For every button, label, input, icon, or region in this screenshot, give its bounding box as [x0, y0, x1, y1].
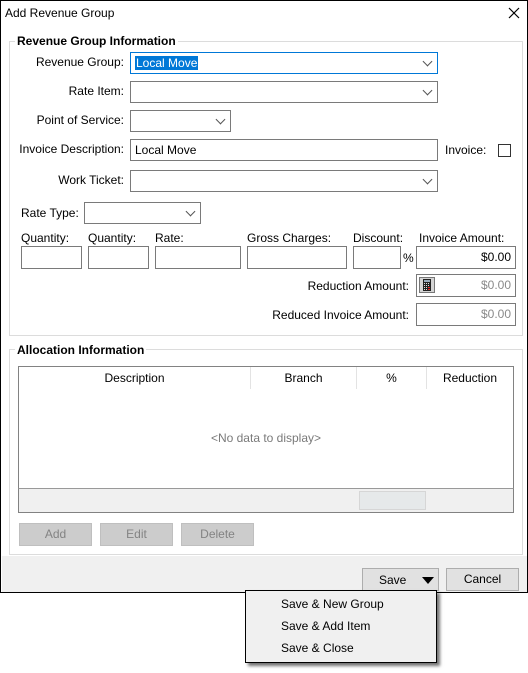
empty-grid-text: <No data to display> — [210, 431, 322, 445]
save-button-label[interactable]: Save — [379, 573, 406, 587]
reduced-invoice-amount-input[interactable]: $0.00 — [416, 303, 516, 326]
revenue-group-value: Local Move — [135, 56, 199, 70]
quantity1-input[interactable] — [21, 246, 82, 269]
chevron-down-icon — [185, 206, 196, 217]
delete-button[interactable]: Delete — [181, 523, 254, 546]
chevron-down-icon — [422, 174, 433, 185]
rate-item-select[interactable] — [130, 81, 438, 103]
title-bar: Add Revenue Group — [1, 1, 527, 27]
quantity2-input[interactable] — [88, 246, 149, 269]
reduced-invoice-amount-value: $0.00 — [480, 307, 511, 321]
invoice-checkbox[interactable] — [498, 144, 511, 157]
cancel-button[interactable]: Cancel — [446, 568, 519, 591]
column-header-description[interactable]: Description — [19, 367, 251, 389]
discount-label: Discount: — [353, 231, 404, 245]
add-button[interactable]: Add — [19, 523, 92, 546]
point-of-service-label: Point of Service: — [36, 113, 124, 127]
percent-suffix: % — [403, 251, 414, 265]
rate-type-label: Rate Type: — [21, 206, 79, 220]
invoice-amount-value: $0.00 — [480, 250, 511, 264]
invoice-amount-input[interactable]: $0.00 — [416, 246, 516, 269]
edit-button[interactable]: Edit — [100, 523, 173, 546]
work-ticket-label: Work Ticket: — [58, 173, 124, 187]
column-header-percent[interactable]: % — [357, 367, 427, 389]
menu-item-save-close[interactable]: Save & Close — [281, 637, 354, 659]
allocation-info-legend: Allocation Information — [15, 343, 147, 357]
grid-footer-cell — [359, 491, 426, 510]
reduction-amount-input[interactable]: $0.00 — [416, 274, 516, 297]
window-title: Add Revenue Group — [5, 6, 115, 20]
menu-item-save-add-item[interactable]: Save & Add Item — [281, 615, 370, 637]
reduction-amount-value: $0.00 — [480, 278, 511, 292]
invoice-description-label: Invoice Description: — [19, 142, 124, 156]
invoice-amount-label: Invoice Amount: — [419, 231, 505, 245]
quantity1-label: Quantity: — [21, 231, 70, 245]
quantity2-label: Quantity: — [88, 231, 137, 245]
work-ticket-select[interactable] — [130, 170, 438, 192]
save-dropdown-menu: Save & New Group Save & Add Item Save & … — [245, 590, 437, 663]
rate-item-label: Rate Item: — [68, 84, 124, 98]
discount-input[interactable] — [353, 246, 401, 269]
dropdown-arrow-icon[interactable] — [422, 577, 434, 585]
column-header-reduction[interactable]: Reduction — [427, 367, 513, 389]
calculator-icon[interactable] — [419, 277, 435, 293]
chevron-down-icon — [215, 114, 226, 125]
column-header-branch[interactable]: Branch — [251, 367, 357, 389]
point-of-service-select[interactable] — [130, 110, 231, 132]
rate-label: Rate: — [155, 231, 184, 245]
reduced-invoice-amount-label: Reduced Invoice Amount: — [272, 308, 409, 322]
revenue-group-label: Revenue Group: — [35, 55, 124, 69]
revenue-group-select[interactable]: Local Move — [130, 52, 438, 74]
grid-footer — [18, 488, 514, 513]
invoice-description-input[interactable]: Local Move — [130, 139, 438, 161]
chevron-down-icon — [422, 56, 433, 67]
invoice-description-value: Local Move — [135, 143, 197, 157]
revenue-group-info-legend: Revenue Group Information — [15, 34, 178, 48]
allocation-grid[interactable]: Description Branch % Reduction <No data … — [18, 366, 514, 489]
chevron-down-icon — [422, 85, 433, 96]
reduction-amount-label: Reduction Amount: — [307, 279, 409, 293]
invoice-label: Invoice: — [445, 143, 487, 157]
gross-charges-label: Gross Charges: — [247, 231, 332, 245]
menu-item-save-new-group[interactable]: Save & New Group — [281, 593, 384, 615]
rate-type-select[interactable] — [84, 202, 201, 224]
gross-charges-input[interactable] — [247, 246, 347, 269]
add-revenue-group-dialog: Add Revenue Group Revenue Group Informat… — [0, 0, 528, 593]
save-split-button[interactable]: Save — [362, 568, 439, 591]
rate-input[interactable] — [155, 246, 241, 269]
close-icon[interactable] — [504, 3, 524, 23]
